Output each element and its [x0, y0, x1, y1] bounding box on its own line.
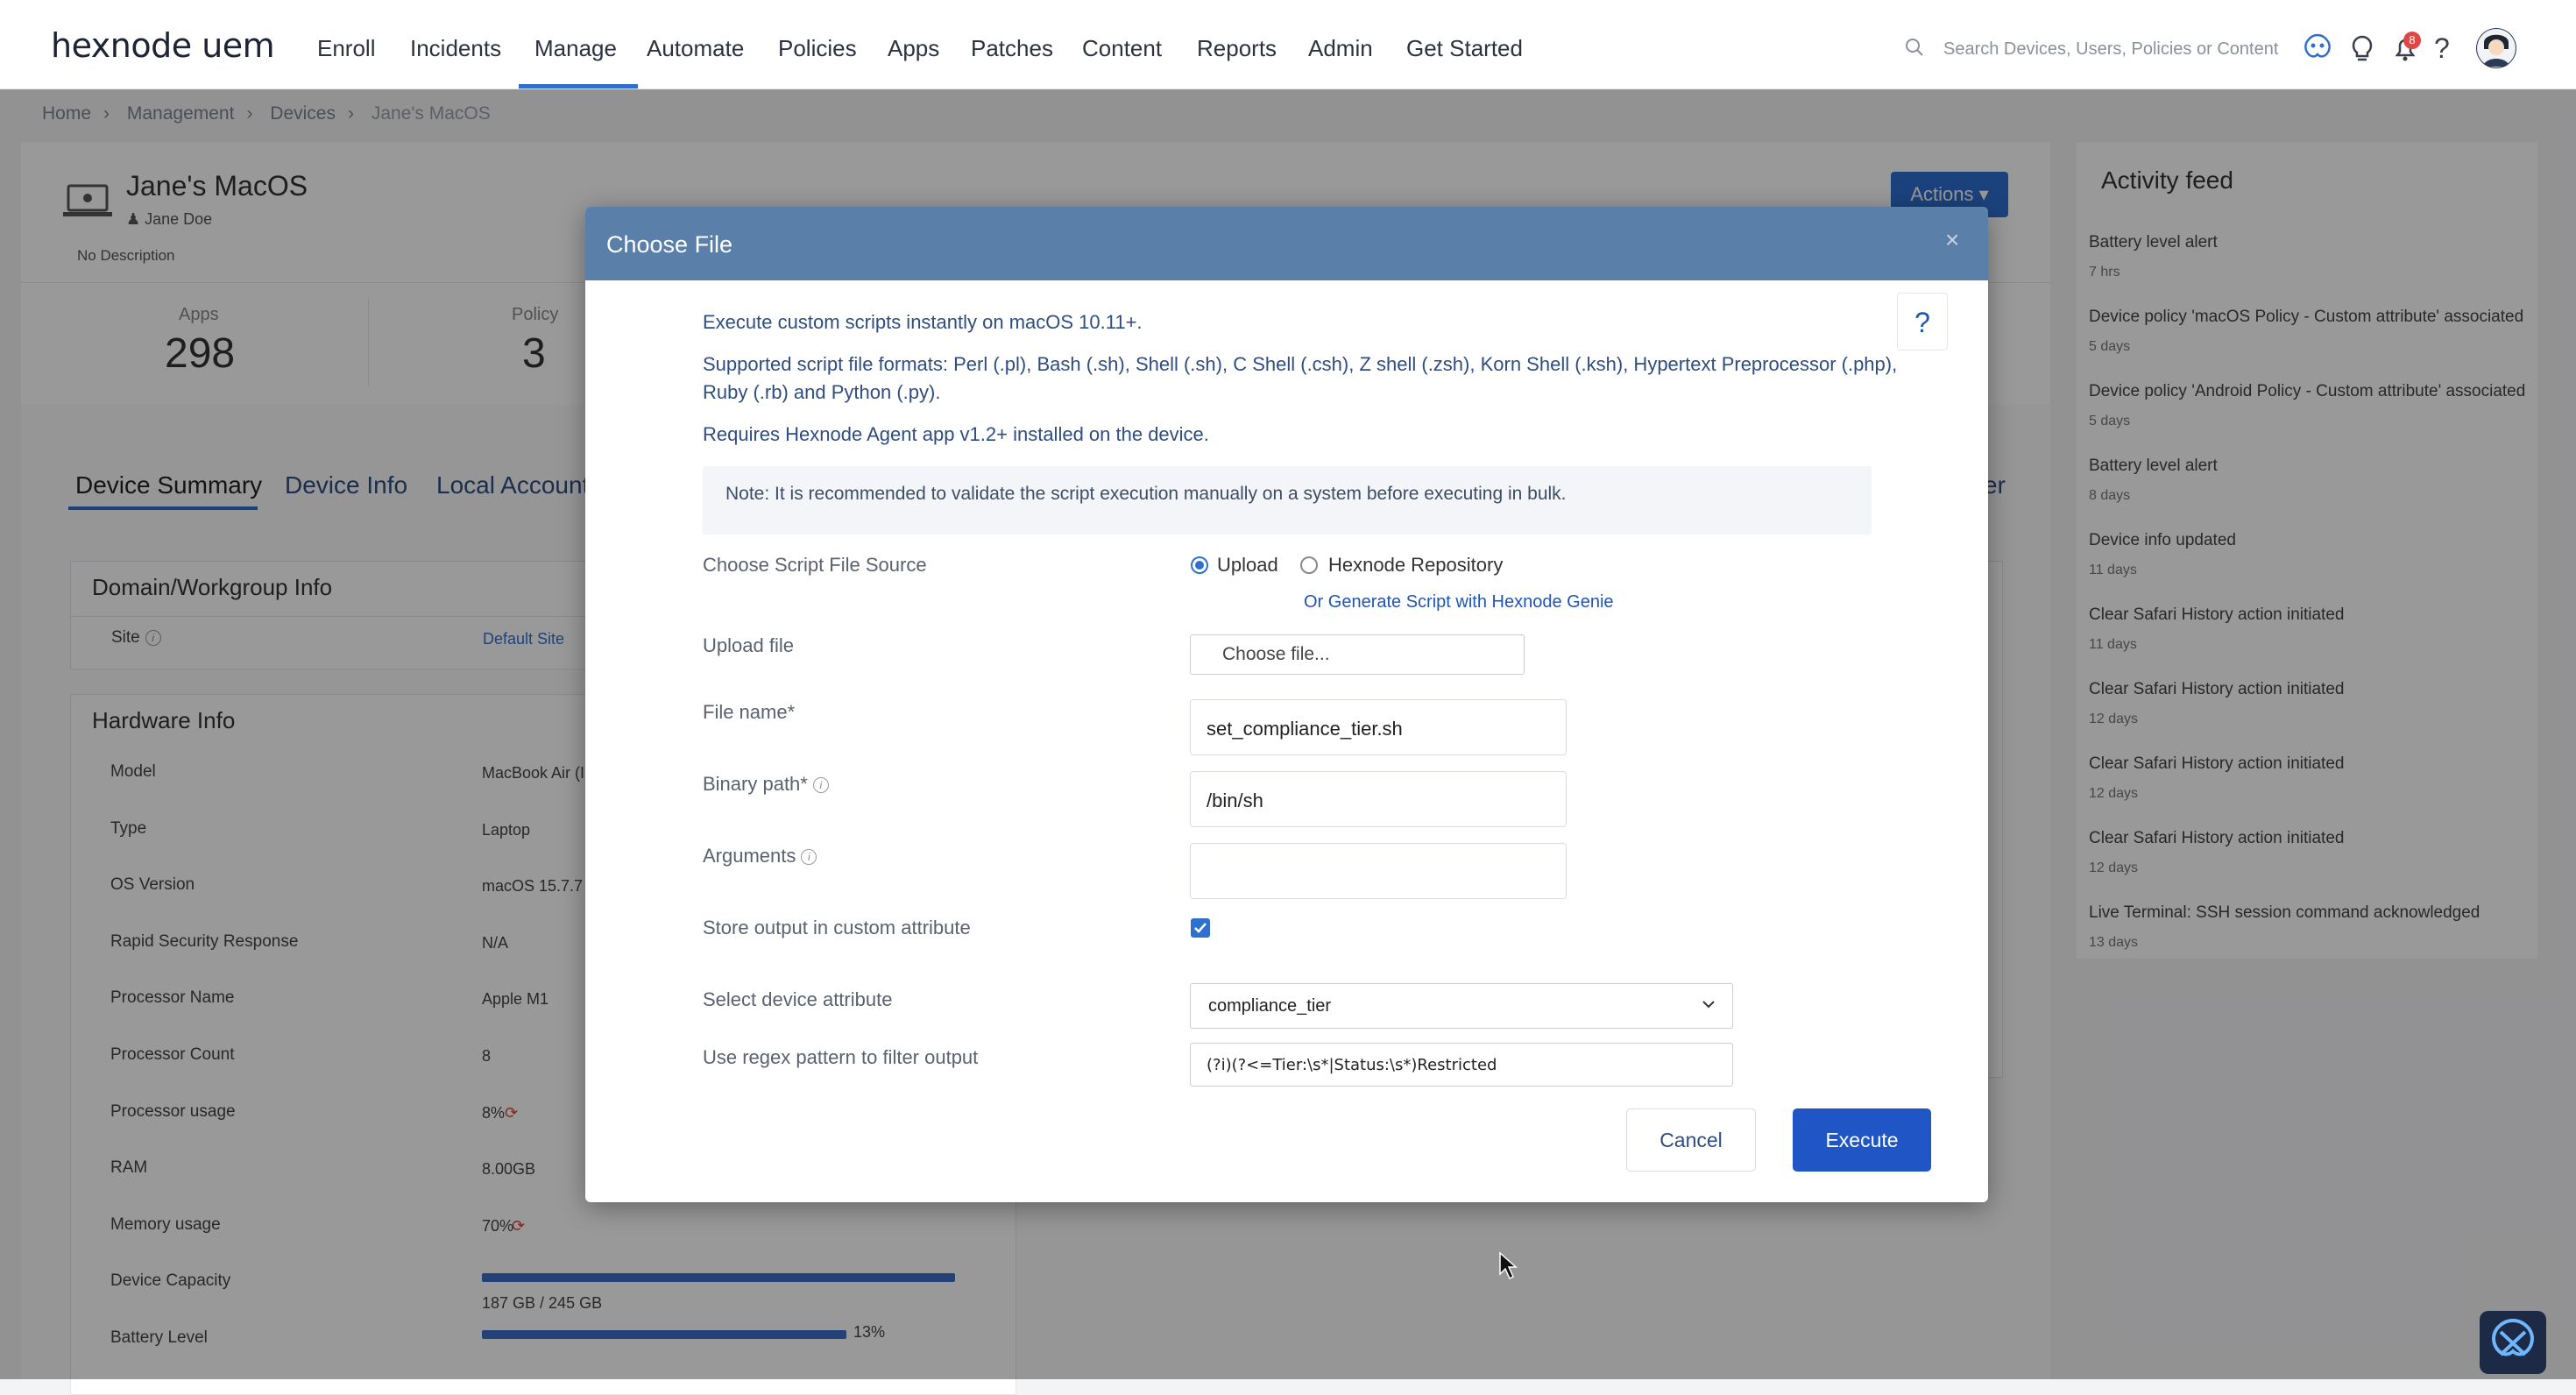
store-output-label: Store output in custom attribute — [703, 917, 971, 938]
nav-automate[interactable]: Automate — [647, 35, 744, 62]
device-attribute-select[interactable]: compliance_tier — [1190, 983, 1733, 1029]
store-output-checkbox[interactable] — [1191, 918, 1210, 938]
genie-icon[interactable] — [2301, 32, 2334, 65]
checkmark-icon — [1194, 923, 1207, 933]
nav-get-started[interactable]: Get Started — [1406, 35, 1523, 62]
file-name-label: File name* — [703, 701, 796, 723]
upload-radio-label[interactable]: Upload — [1217, 554, 1278, 577]
formats-text-line2: Ruby (.rb) and Python (.py). — [703, 381, 941, 403]
search-icon — [1906, 39, 1923, 56]
nav-apps[interactable]: Apps — [888, 35, 939, 62]
file-name-input[interactable]: set_compliance_tier.sh — [1190, 699, 1567, 755]
nav-incidents[interactable]: Incidents — [410, 35, 501, 62]
top-navigation-bar: hexnode uem Enroll Incidents Manage Auto… — [0, 0, 2576, 89]
device-attribute-selected-value: compliance_tier — [1208, 996, 1332, 1016]
note-box: Note: It is recommended to validate the … — [703, 466, 1872, 535]
binary-path-label: Binary path* i — [703, 773, 829, 796]
intro-text: Execute custom scripts instantly on macO… — [703, 311, 1143, 333]
nav-enroll[interactable]: Enroll — [317, 35, 375, 62]
chevron-down-icon — [1702, 1001, 1715, 1009]
nav-manage[interactable]: Manage — [534, 35, 617, 62]
note-text: Note: It is recommended to validate the … — [725, 484, 1567, 504]
notification-count-badge: 8 — [2403, 32, 2421, 49]
nav-reports[interactable]: Reports — [1197, 35, 1277, 62]
close-icon[interactable]: × — [1945, 226, 1959, 254]
arguments-label: Arguments i — [703, 845, 817, 867]
user-avatar[interactable] — [2476, 28, 2516, 68]
regex-pattern-input[interactable]: (?i)(?<=Tier:\s*|Status:\s*)Restricted — [1190, 1043, 1733, 1087]
execute-button[interactable]: Execute — [1793, 1108, 1931, 1172]
formats-text-line1: Supported script file formats: Perl (.pl… — [703, 353, 1898, 375]
nav-admin[interactable]: Admin — [1308, 35, 1373, 62]
hexnode-repository-radio-label[interactable]: Hexnode Repository — [1328, 554, 1503, 577]
choose-file-button[interactable]: Choose file... — [1190, 634, 1525, 675]
hexnode-repository-radio[interactable] — [1300, 556, 1318, 574]
select-attribute-label: Select device attribute — [703, 988, 893, 1010]
generate-script-genie-link[interactable]: Or Generate Script with Hexnode Genie — [1304, 592, 1614, 613]
script-source-label: Choose Script File Source — [703, 554, 927, 576]
nav-content[interactable]: Content — [1082, 35, 1162, 62]
requirement-text: Requires Hexnode Agent app v1.2+ install… — [703, 423, 1209, 445]
genie-chat-icon[interactable] — [2480, 1311, 2546, 1374]
search-input[interactable]: Search Devices, Users, Policies or Conte… — [1943, 39, 2278, 60]
help-icon[interactable]: ? — [2434, 32, 2467, 65]
modal-title: Choose File — [606, 231, 733, 258]
nav-patches[interactable]: Patches — [971, 35, 1053, 62]
info-icon[interactable]: i — [801, 849, 817, 866]
nav-policies[interactable]: Policies — [778, 35, 857, 62]
lightbulb-icon[interactable] — [2346, 32, 2379, 65]
hexnode-logo[interactable]: hexnode uem — [51, 26, 275, 65]
modal-header: Choose File × — [585, 207, 1988, 280]
regex-label: Use regex pattern to filter output — [703, 1046, 979, 1068]
binary-path-input[interactable]: /bin/sh — [1190, 771, 1567, 827]
arguments-input[interactable] — [1190, 843, 1567, 899]
info-icon[interactable]: i — [812, 777, 829, 794]
upload-radio[interactable] — [1191, 556, 1208, 574]
active-nav-indicator — [519, 84, 638, 89]
mouse-cursor-icon — [1499, 1251, 1518, 1280]
help-icon[interactable]: ? — [1897, 293, 1948, 351]
choose-file-modal: Choose File × ? Execute custom scripts i… — [585, 207, 1988, 1202]
upload-file-label: Upload file — [703, 634, 794, 656]
cancel-button[interactable]: Cancel — [1626, 1108, 1756, 1172]
